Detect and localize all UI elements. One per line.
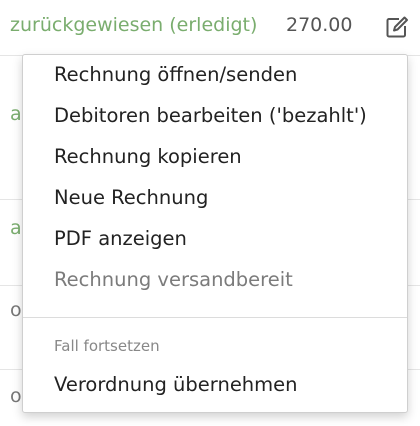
menu-section-header: Fall fortsetzen bbox=[54, 337, 160, 355]
row-status-fragment: o bbox=[10, 299, 22, 321]
table-row[interactable]: zurückgewiesen (erledigt) 270.00 bbox=[0, 0, 420, 56]
status-label: zurückgewiesen (erledigt) bbox=[10, 14, 258, 36]
menu-item-copy-invoice[interactable]: Rechnung kopieren bbox=[23, 137, 407, 177]
row-status-fragment: a bbox=[10, 103, 22, 125]
menu-item-show-pdf[interactable]: PDF anzeigen bbox=[23, 219, 407, 259]
amount-value: 270.00 bbox=[286, 14, 353, 36]
context-menu: Rechnung öffnen/senden Debitoren bearbei… bbox=[22, 54, 408, 413]
menu-item-open-send-invoice[interactable]: Rechnung öffnen/senden bbox=[23, 55, 407, 95]
row-status-fragment: o bbox=[10, 385, 22, 407]
menu-item-edit-debtors[interactable]: Debitoren bearbeiten ('bezahlt') bbox=[23, 96, 407, 136]
menu-item-adopt-prescription[interactable]: Verordnung übernehmen bbox=[23, 365, 407, 405]
menu-divider bbox=[23, 317, 407, 318]
edit-icon-graphic bbox=[386, 16, 408, 38]
menu-item-new-invoice[interactable]: Neue Rechnung bbox=[23, 178, 407, 218]
row-status-fragment: a bbox=[10, 217, 22, 239]
menu-item-ready-to-send: Rechnung versandbereit bbox=[54, 268, 293, 291]
invoice-list-page: zurückgewiesen (erledigt) 270.00 a a o o… bbox=[0, 0, 420, 426]
edit-icon[interactable] bbox=[385, 15, 409, 39]
